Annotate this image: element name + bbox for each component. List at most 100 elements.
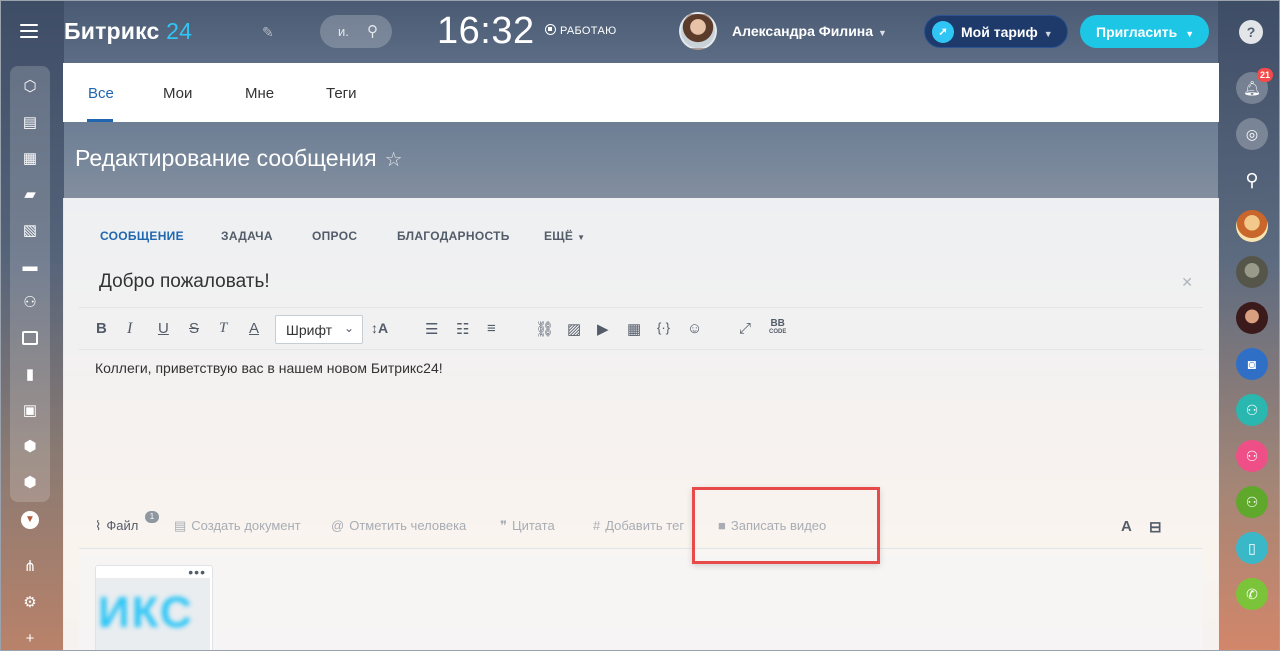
- file-count-badge: 1: [145, 511, 159, 523]
- font-size-button[interactable]: ↕A: [371, 320, 388, 336]
- sidebar-contacts-icon[interactable]: ▣: [10, 392, 50, 428]
- tariff-button[interactable]: ➚ Мой тариф ▼: [924, 15, 1068, 48]
- tab-mine[interactable]: Мои: [163, 85, 192, 102]
- contact-avatar-2[interactable]: [1234, 254, 1270, 290]
- sidebar-apps-icon[interactable]: ▮: [10, 356, 50, 392]
- search-icon[interactable]: ⚲: [367, 22, 378, 40]
- create-document-button[interactable]: ▤ Создать документ: [174, 518, 301, 534]
- users-icon: ⚇: [1236, 394, 1268, 426]
- underline-button[interactable]: U: [158, 320, 169, 337]
- table-icon[interactable]: ▦: [627, 320, 641, 338]
- tab-more[interactable]: ЕЩЁ ▼: [544, 229, 585, 243]
- contact-avatar-3[interactable]: [1234, 300, 1270, 336]
- users-icon: ⚇: [1236, 440, 1268, 472]
- bbcode-sub-label: CODE: [769, 329, 787, 335]
- file-button[interactable]: ⌇ Файл 1: [95, 511, 159, 534]
- group-chat-1[interactable]: ◙: [1234, 346, 1270, 382]
- top-header: Битрикс 24 ✎ и. ⚲ 16:32 РАБОТАЮ Александр…: [0, 0, 1280, 63]
- code-icon[interactable]: {·}: [657, 320, 670, 335]
- star-icon[interactable]: ☆: [385, 149, 403, 171]
- strikethrough-button[interactable]: S: [189, 320, 199, 337]
- tab-poll[interactable]: ОПРОС: [312, 229, 357, 243]
- sidebar-chat-icon[interactable]: ▰: [10, 176, 50, 212]
- post-title-value: Добро пожаловать!: [99, 271, 270, 292]
- align-icon[interactable]: ≡: [487, 320, 496, 337]
- sidebar-calendar-icon[interactable]: ▦: [10, 140, 50, 176]
- group-chat-4[interactable]: ⚇: [1234, 484, 1270, 520]
- sidebar-settings-icon[interactable]: ⚙: [10, 584, 50, 620]
- stop-icon: [545, 24, 556, 35]
- sidebar-structure-icon[interactable]: ⋔: [10, 548, 50, 584]
- messenger-item[interactable]: ◎: [1234, 116, 1270, 152]
- edit-pencil-icon[interactable]: ✎: [262, 24, 274, 41]
- numbered-list-icon[interactable]: ☰: [425, 320, 438, 338]
- file-thumbnail[interactable]: ••• ИКС: [95, 565, 213, 651]
- workday-status[interactable]: РАБОТАЮ: [545, 24, 617, 37]
- sidebar-tasks-icon[interactable]: ▤: [10, 104, 50, 140]
- image-icon[interactable]: ▨: [567, 320, 581, 338]
- chevron-down-icon: ⌄: [343, 321, 354, 335]
- bbcode-button[interactable]: BB CODE: [769, 318, 786, 335]
- tab-to-me[interactable]: Мне: [245, 85, 274, 102]
- sidebar-add-icon[interactable]: +: [10, 620, 50, 651]
- avatar: [1236, 210, 1268, 242]
- bold-button[interactable]: B: [96, 320, 107, 337]
- open-lines-item[interactable]: ▯: [1234, 530, 1270, 566]
- mention-button[interactable]: @ Отметить человека: [331, 518, 466, 533]
- bbcode-label: BB: [770, 318, 785, 329]
- text-color-button[interactable]: A: [249, 320, 259, 337]
- sidebar-drive-icon[interactable]: ▬: [10, 248, 50, 284]
- feed-tabs: Все Мои Мне Теги: [63, 63, 1219, 122]
- bulleted-list-icon[interactable]: ☷: [456, 320, 469, 338]
- tab-thanks[interactable]: БЛАГОДАРНОСТЬ: [397, 229, 510, 243]
- create-document-label: Создать документ: [191, 518, 301, 533]
- tab-message[interactable]: СООБЩЕНИЕ: [100, 229, 184, 243]
- sidebar-box-icon[interactable]: ⬢: [10, 428, 50, 464]
- text-size-button[interactable]: A: [1121, 518, 1132, 535]
- link-icon[interactable]: ⛓: [535, 320, 554, 338]
- invite-label: Пригласить: [1096, 24, 1178, 40]
- call-item[interactable]: ✆: [1234, 576, 1270, 612]
- sidebar-groups-icon[interactable]: ⚇: [10, 284, 50, 320]
- avatar: [1236, 302, 1268, 334]
- sidebar-feed-icon[interactable]: ⬡: [10, 68, 50, 104]
- notifications-item[interactable]: 🔔︎ 21: [1234, 68, 1273, 106]
- clear-format-button[interactable]: T: [219, 320, 227, 337]
- notifications-badge: 21: [1257, 68, 1273, 82]
- user-avatar[interactable]: [679, 12, 717, 50]
- post-body[interactable]: Коллеги, приветствую вас в нашем новом Б…: [95, 360, 443, 376]
- search-item[interactable]: ⚲: [1234, 162, 1270, 198]
- chat-bubble-icon: ◙: [1236, 348, 1268, 380]
- search-input[interactable]: и. ⚲: [320, 15, 392, 48]
- sidebar-window-icon[interactable]: [10, 320, 50, 356]
- fullscreen-icon[interactable]: ⤢: [739, 320, 751, 337]
- font-select[interactable]: Шрифт ⌄: [275, 315, 363, 344]
- group-chat-2[interactable]: ⚇: [1234, 392, 1270, 428]
- tab-all[interactable]: Все: [88, 85, 114, 102]
- sidebar-crm-icon[interactable]: ⬢: [10, 464, 50, 500]
- invite-button[interactable]: Пригласить ▼: [1080, 15, 1209, 48]
- contact-avatar-1[interactable]: [1234, 208, 1270, 244]
- smile-icon[interactable]: ☺: [687, 320, 702, 337]
- user-menu[interactable]: Александра Филина ▼: [732, 23, 887, 39]
- clock: 16:32: [437, 10, 535, 52]
- add-tag-label: Добавить тег: [605, 518, 685, 533]
- active-tab-underline: [87, 119, 113, 122]
- tab-task[interactable]: ЗАДАЧА: [221, 229, 273, 243]
- post-title-field[interactable]: Добро пожаловать! ✕: [79, 260, 1203, 308]
- left-sidebar: ⬡ ▤ ▦ ▰ ▧ ▬ ⚇ ▮ ▣ ⬢ ⬢ ▼ ⋔ ⚙ +: [10, 66, 50, 651]
- help-icon[interactable]: ?: [1239, 20, 1263, 44]
- close-icon[interactable]: ✕: [1181, 274, 1193, 291]
- add-tag-button[interactable]: # Добавить тег: [593, 518, 684, 533]
- italic-button[interactable]: I: [127, 320, 132, 338]
- tab-tags[interactable]: Теги: [326, 85, 357, 102]
- group-chat-3[interactable]: ⚇: [1234, 438, 1270, 474]
- logo[interactable]: Битрикс 24: [64, 18, 192, 45]
- sidebar-more-icon[interactable]: ▼: [10, 502, 50, 538]
- hash-icon: #: [593, 518, 601, 533]
- quote-button[interactable]: ❞ Цитата: [500, 518, 555, 534]
- layout-toggle-icon[interactable]: ⊟: [1149, 518, 1162, 536]
- sidebar-docs-icon[interactable]: ▧: [10, 212, 50, 248]
- menu-icon[interactable]: [20, 24, 38, 38]
- video-icon[interactable]: ▶: [597, 320, 609, 338]
